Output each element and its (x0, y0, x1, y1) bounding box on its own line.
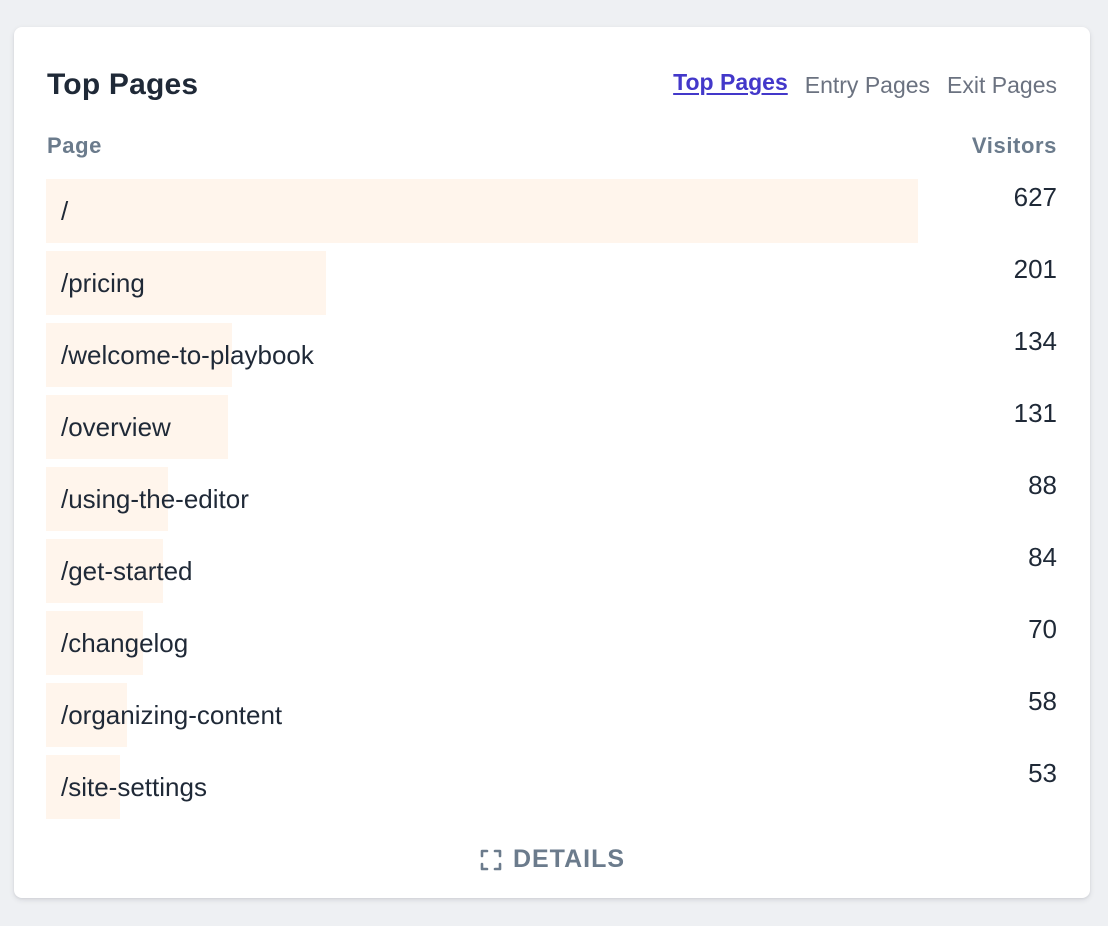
row-bar-area: /welcome-to-playbook (46, 323, 918, 387)
row-bar-area: /site-settings (46, 755, 918, 819)
page-link[interactable]: /organizing-content (61, 700, 282, 731)
column-header-page: Page (47, 133, 102, 158)
visitor-count: 53 (1028, 758, 1057, 788)
tab-top-pages[interactable]: Top Pages (673, 69, 788, 96)
row-bar-area: /overview (46, 395, 918, 459)
card-header: Top Pages Top Pages Entry Pages Exit Pag… (47, 65, 1057, 105)
page-link[interactable]: / (61, 196, 68, 227)
page-link[interactable]: /get-started (61, 556, 193, 587)
visitor-count: 58 (1028, 686, 1057, 716)
pages-list: / 627/pricing 201/welcome-to-playbook 134/o… (46, 179, 1057, 827)
column-header-visitors: Visitors (971, 133, 1057, 158)
row-bar-area: /using-the-editor (46, 467, 918, 531)
table-row[interactable]: / 627 (46, 179, 1057, 243)
table-row[interactable]: /organizing-content 58 (46, 683, 1057, 747)
details-label: DETAILS (512, 845, 626, 873)
tab-group: Top Pages Entry Pages Exit Pages (673, 69, 1057, 99)
expand-icon (479, 848, 503, 872)
page-link[interactable]: /pricing (61, 268, 145, 299)
visitor-count: 134 (1013, 326, 1057, 356)
visitor-count: 88 (1028, 470, 1057, 500)
top-pages-card: Top Pages Top Pages Entry Pages Exit Pag… (14, 27, 1090, 898)
visitor-count: 627 (1013, 182, 1057, 212)
details-button[interactable]: DETAILS (14, 845, 1090, 874)
tab-entry-pages[interactable]: Entry Pages (805, 72, 930, 99)
column-headers: Page Visitors (47, 133, 1057, 159)
table-row[interactable]: /using-the-editor 88 (46, 467, 1057, 531)
page-link[interactable]: /using-the-editor (61, 484, 249, 515)
card-title: Top Pages (47, 68, 199, 101)
visitor-count: 84 (1028, 542, 1057, 572)
row-bar-area: /organizing-content (46, 683, 918, 747)
table-row[interactable]: /get-started 84 (46, 539, 1057, 603)
page-link[interactable]: /welcome-to-playbook (61, 340, 314, 371)
table-row[interactable]: /overview 131 (46, 395, 1057, 459)
row-bar-area: /changelog (46, 611, 918, 675)
row-bar-area: /pricing (46, 251, 918, 315)
page-link[interactable]: /changelog (61, 628, 188, 659)
table-row[interactable]: /changelog 70 (46, 611, 1057, 675)
row-bar-area: /get-started (46, 539, 918, 603)
table-row[interactable]: /site-settings 53 (46, 755, 1057, 819)
row-bar-area: / (46, 179, 918, 243)
visitor-count: 70 (1028, 614, 1057, 644)
visitor-count: 131 (1013, 398, 1057, 428)
visitor-bar (46, 179, 918, 243)
tab-exit-pages[interactable]: Exit Pages (947, 72, 1057, 99)
table-row[interactable]: /welcome-to-playbook 134 (46, 323, 1057, 387)
visitor-count: 201 (1013, 254, 1057, 284)
page-link[interactable]: /site-settings (61, 772, 207, 803)
page-link[interactable]: /overview (61, 412, 171, 443)
table-row[interactable]: /pricing 201 (46, 251, 1057, 315)
